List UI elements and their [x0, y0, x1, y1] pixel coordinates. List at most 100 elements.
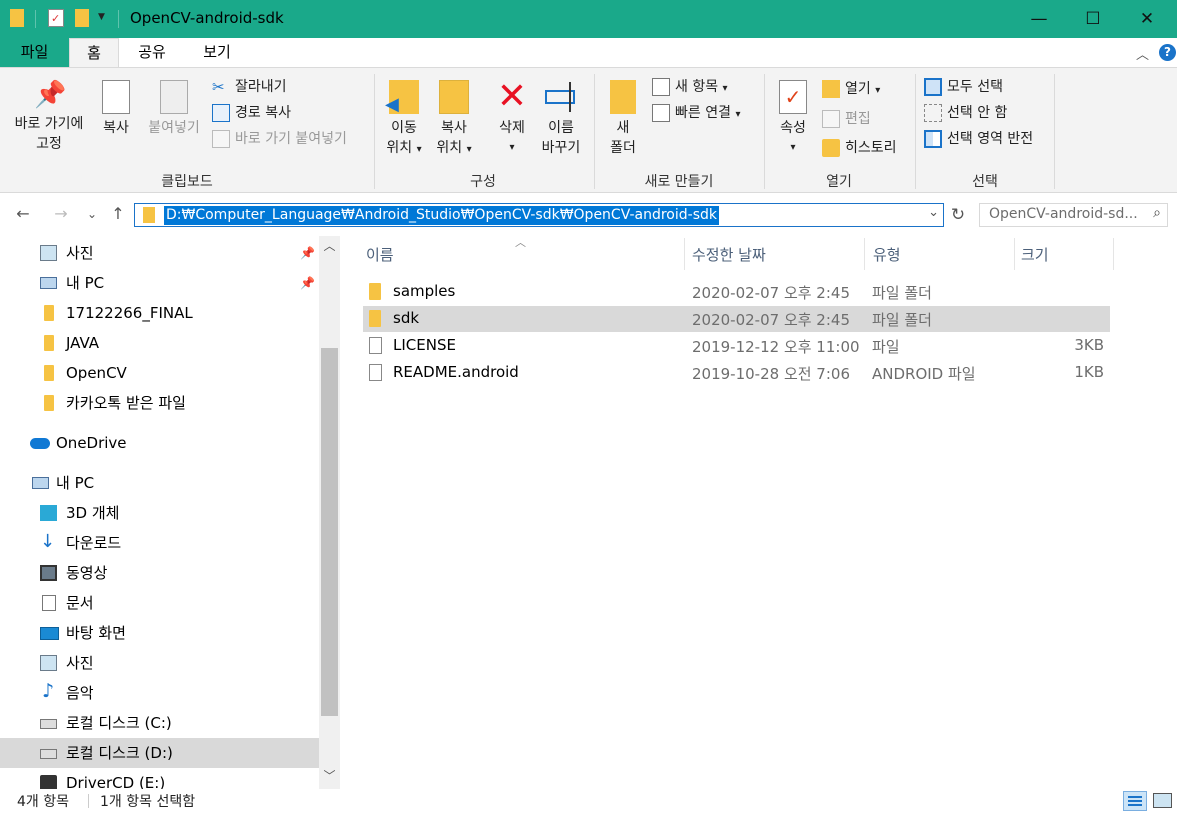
move-to-button[interactable]: ◀ 이동 위치 ▾ [381, 80, 427, 160]
refresh-icon[interactable]: ↻ [947, 203, 969, 227]
paste-icon [160, 80, 188, 114]
nav-item-3d-objects[interactable]: 3D 개체 [0, 498, 319, 528]
cut-button[interactable]: ✂ 잘라내기 [212, 76, 287, 98]
help-icon[interactable]: ? [1159, 44, 1176, 61]
delete-button[interactable]: ✕ 삭제 ▾ [490, 79, 534, 158]
move-to-label-line1: 이동 [391, 120, 417, 136]
tab-home[interactable]: 홈 [69, 38, 119, 68]
properties-quick-access-icon[interactable]: ✓ [48, 9, 64, 27]
paste-shortcut-button[interactable]: 바로 가기 붙여넣기 [212, 128, 347, 150]
tab-share[interactable]: 공유 [120, 38, 184, 68]
scroll-up-icon[interactable]: ︿ [319, 236, 340, 256]
new-item-dropdown-icon: ▾ [722, 83, 728, 94]
rename-button[interactable]: 이름 바꾸기 [538, 80, 584, 158]
file-row-samples[interactable]: samples 2020-02-07 오후 2:45 파일 폴더 [363, 279, 1110, 305]
select-none-button[interactable]: 선택 안 함 [924, 102, 1007, 124]
history-button[interactable]: 히스토리 [822, 137, 897, 159]
easy-access-button[interactable]: 빠른 연결 ▾ [652, 102, 740, 124]
nav-label: 음악 [66, 684, 94, 702]
nav-item-downloads[interactable]: ↓ 다운로드 [0, 528, 319, 558]
navigation-scroll-thumb[interactable] [321, 348, 338, 716]
pin-icon: 📌 [34, 80, 67, 110]
column-header-name[interactable]: 이름 [366, 244, 394, 265]
nav-item-drive-d[interactable]: 로컬 디스크 (D:) [0, 738, 319, 768]
scroll-down-icon[interactable]: ﹀ [319, 766, 340, 786]
nav-label: 내 PC [66, 274, 105, 292]
copy-path-button[interactable]: 경로 복사 [212, 102, 291, 124]
customize-quick-access-icon[interactable]: ▼ [98, 12, 105, 22]
tab-file[interactable]: 파일 [0, 38, 69, 68]
new-item-icon [652, 78, 670, 96]
nav-item-onedrive[interactable]: OneDrive [0, 428, 319, 458]
address-bar[interactable]: D:₩Computer_Language₩Android_Studio₩Open… [134, 203, 944, 227]
nav-item-cd-drive[interactable]: DriverCD (E:) [0, 768, 319, 789]
sort-ascending-chevron-icon: ︿ [515, 236, 526, 249]
open-dropdown-icon: ▾ [875, 85, 881, 96]
nav-item-music[interactable]: ♪ 음악 [0, 678, 319, 708]
edit-icon [822, 110, 840, 128]
nav-label: 로컬 디스크 (C:) [66, 714, 172, 732]
address-dropdown-chevron-icon[interactable]: ⌄ [928, 205, 939, 220]
recent-locations-chevron-icon[interactable]: ⌄ [84, 202, 100, 226]
copy-to-label-line1: 복사 [441, 120, 467, 136]
open-button[interactable]: 열기 ▾ [822, 78, 880, 100]
back-arrow-icon[interactable]: ← [12, 202, 34, 226]
nav-item-opencv[interactable]: OpenCV [0, 358, 319, 388]
videos-icon [40, 565, 57, 581]
details-view-icon[interactable] [1123, 791, 1147, 811]
edit-button[interactable]: 편집 [822, 108, 871, 130]
select-all-button[interactable]: 모두 선택 [924, 76, 1003, 98]
file-icon [369, 337, 382, 354]
forward-arrow-icon[interactable]: → [50, 202, 72, 226]
copy-button[interactable]: 복사 [96, 80, 136, 138]
nav-label: 바탕 화면 [66, 624, 126, 642]
nav-item-kakaotalk-files[interactable]: 카카오톡 받은 파일 [0, 388, 319, 418]
file-row-license[interactable]: LICENSE 2019-12-12 오후 11:00 파일 3KB [363, 333, 1110, 359]
new-folder-quick-access-icon[interactable] [75, 9, 89, 27]
large-icons-view-icon[interactable] [1153, 793, 1172, 808]
nav-item-pictures[interactable]: 사진 [0, 648, 319, 678]
nav-item-quick-pictures[interactable]: 사진 📌 [0, 238, 319, 268]
pin-to-quick-access-button[interactable]: 📌 바로 가기에 고정 [4, 80, 94, 154]
search-box[interactable]: OpenCV-android-sd... ⌕ [979, 203, 1168, 227]
column-header-size[interactable]: 크기 [1021, 244, 1049, 265]
address-path[interactable]: D:₩Computer_Language₩Android_Studio₩Open… [164, 206, 719, 225]
properties-button[interactable]: ✓ 속성 ▾ [772, 80, 814, 158]
invert-selection-icon [924, 130, 942, 148]
file-row-readme-android[interactable]: README.android 2019-10-28 오전 7:06 ANDROI… [363, 360, 1110, 386]
nav-item-documents[interactable]: 문서 [0, 588, 319, 618]
minimize-button[interactable]: — [1016, 0, 1062, 38]
nav-item-17122266-final[interactable]: 17122266_FINAL [0, 298, 319, 328]
close-button[interactable]: ✕ [1124, 0, 1170, 38]
copy-to-button[interactable]: 복사 위치 ▾ [431, 80, 477, 160]
invert-selection-button[interactable]: 선택 영역 반전 [924, 128, 1033, 150]
nav-item-drive-c[interactable]: 로컬 디스크 (C:) [0, 708, 319, 738]
collapse-ribbon-icon[interactable]: ︿ [1136, 44, 1149, 63]
open-folder-icon [822, 80, 840, 98]
nav-label: 내 PC [56, 474, 95, 492]
window-title: OpenCV-android-sdk [130, 9, 284, 27]
move-to-icon: ◀ [385, 80, 419, 114]
column-header-date[interactable]: 수정한 날짜 [692, 244, 766, 265]
new-folder-button[interactable]: 새 폴더 [602, 80, 644, 158]
navigation-pane: 사진 📌 내 PC 📌 17122266_FINAL JAVA OpenCV 카… [0, 236, 340, 789]
new-item-button[interactable]: 새 항목 ▾ [652, 76, 728, 98]
nav-label: JAVA [66, 334, 100, 352]
maximize-button[interactable]: ☐ [1070, 0, 1116, 38]
status-bar: 4개 항목 1개 항목 선택함 [0, 789, 1177, 813]
nav-label: DriverCD (E:) [66, 774, 166, 789]
nav-item-videos[interactable]: 동영상 [0, 558, 319, 588]
column-header-type[interactable]: 유형 [873, 244, 901, 265]
downloads-icon: ↓ [40, 531, 56, 552]
up-arrow-icon[interactable]: ↑ [107, 202, 129, 226]
file-name: README.android [393, 363, 519, 381]
tab-view[interactable]: 보기 [184, 38, 250, 68]
copy-icon [102, 80, 130, 114]
paste-button[interactable]: 붙여넣기 [141, 80, 207, 138]
nav-item-quick-this-pc[interactable]: 내 PC 📌 [0, 268, 319, 298]
select-all-label: 모두 선택 [947, 79, 1003, 95]
nav-item-java[interactable]: JAVA [0, 328, 319, 358]
nav-item-this-pc[interactable]: 내 PC [0, 468, 319, 498]
nav-item-desktop[interactable]: 바탕 화면 [0, 618, 319, 648]
file-row-sdk[interactable]: sdk 2020-02-07 오후 2:45 파일 폴더 [363, 306, 1110, 332]
